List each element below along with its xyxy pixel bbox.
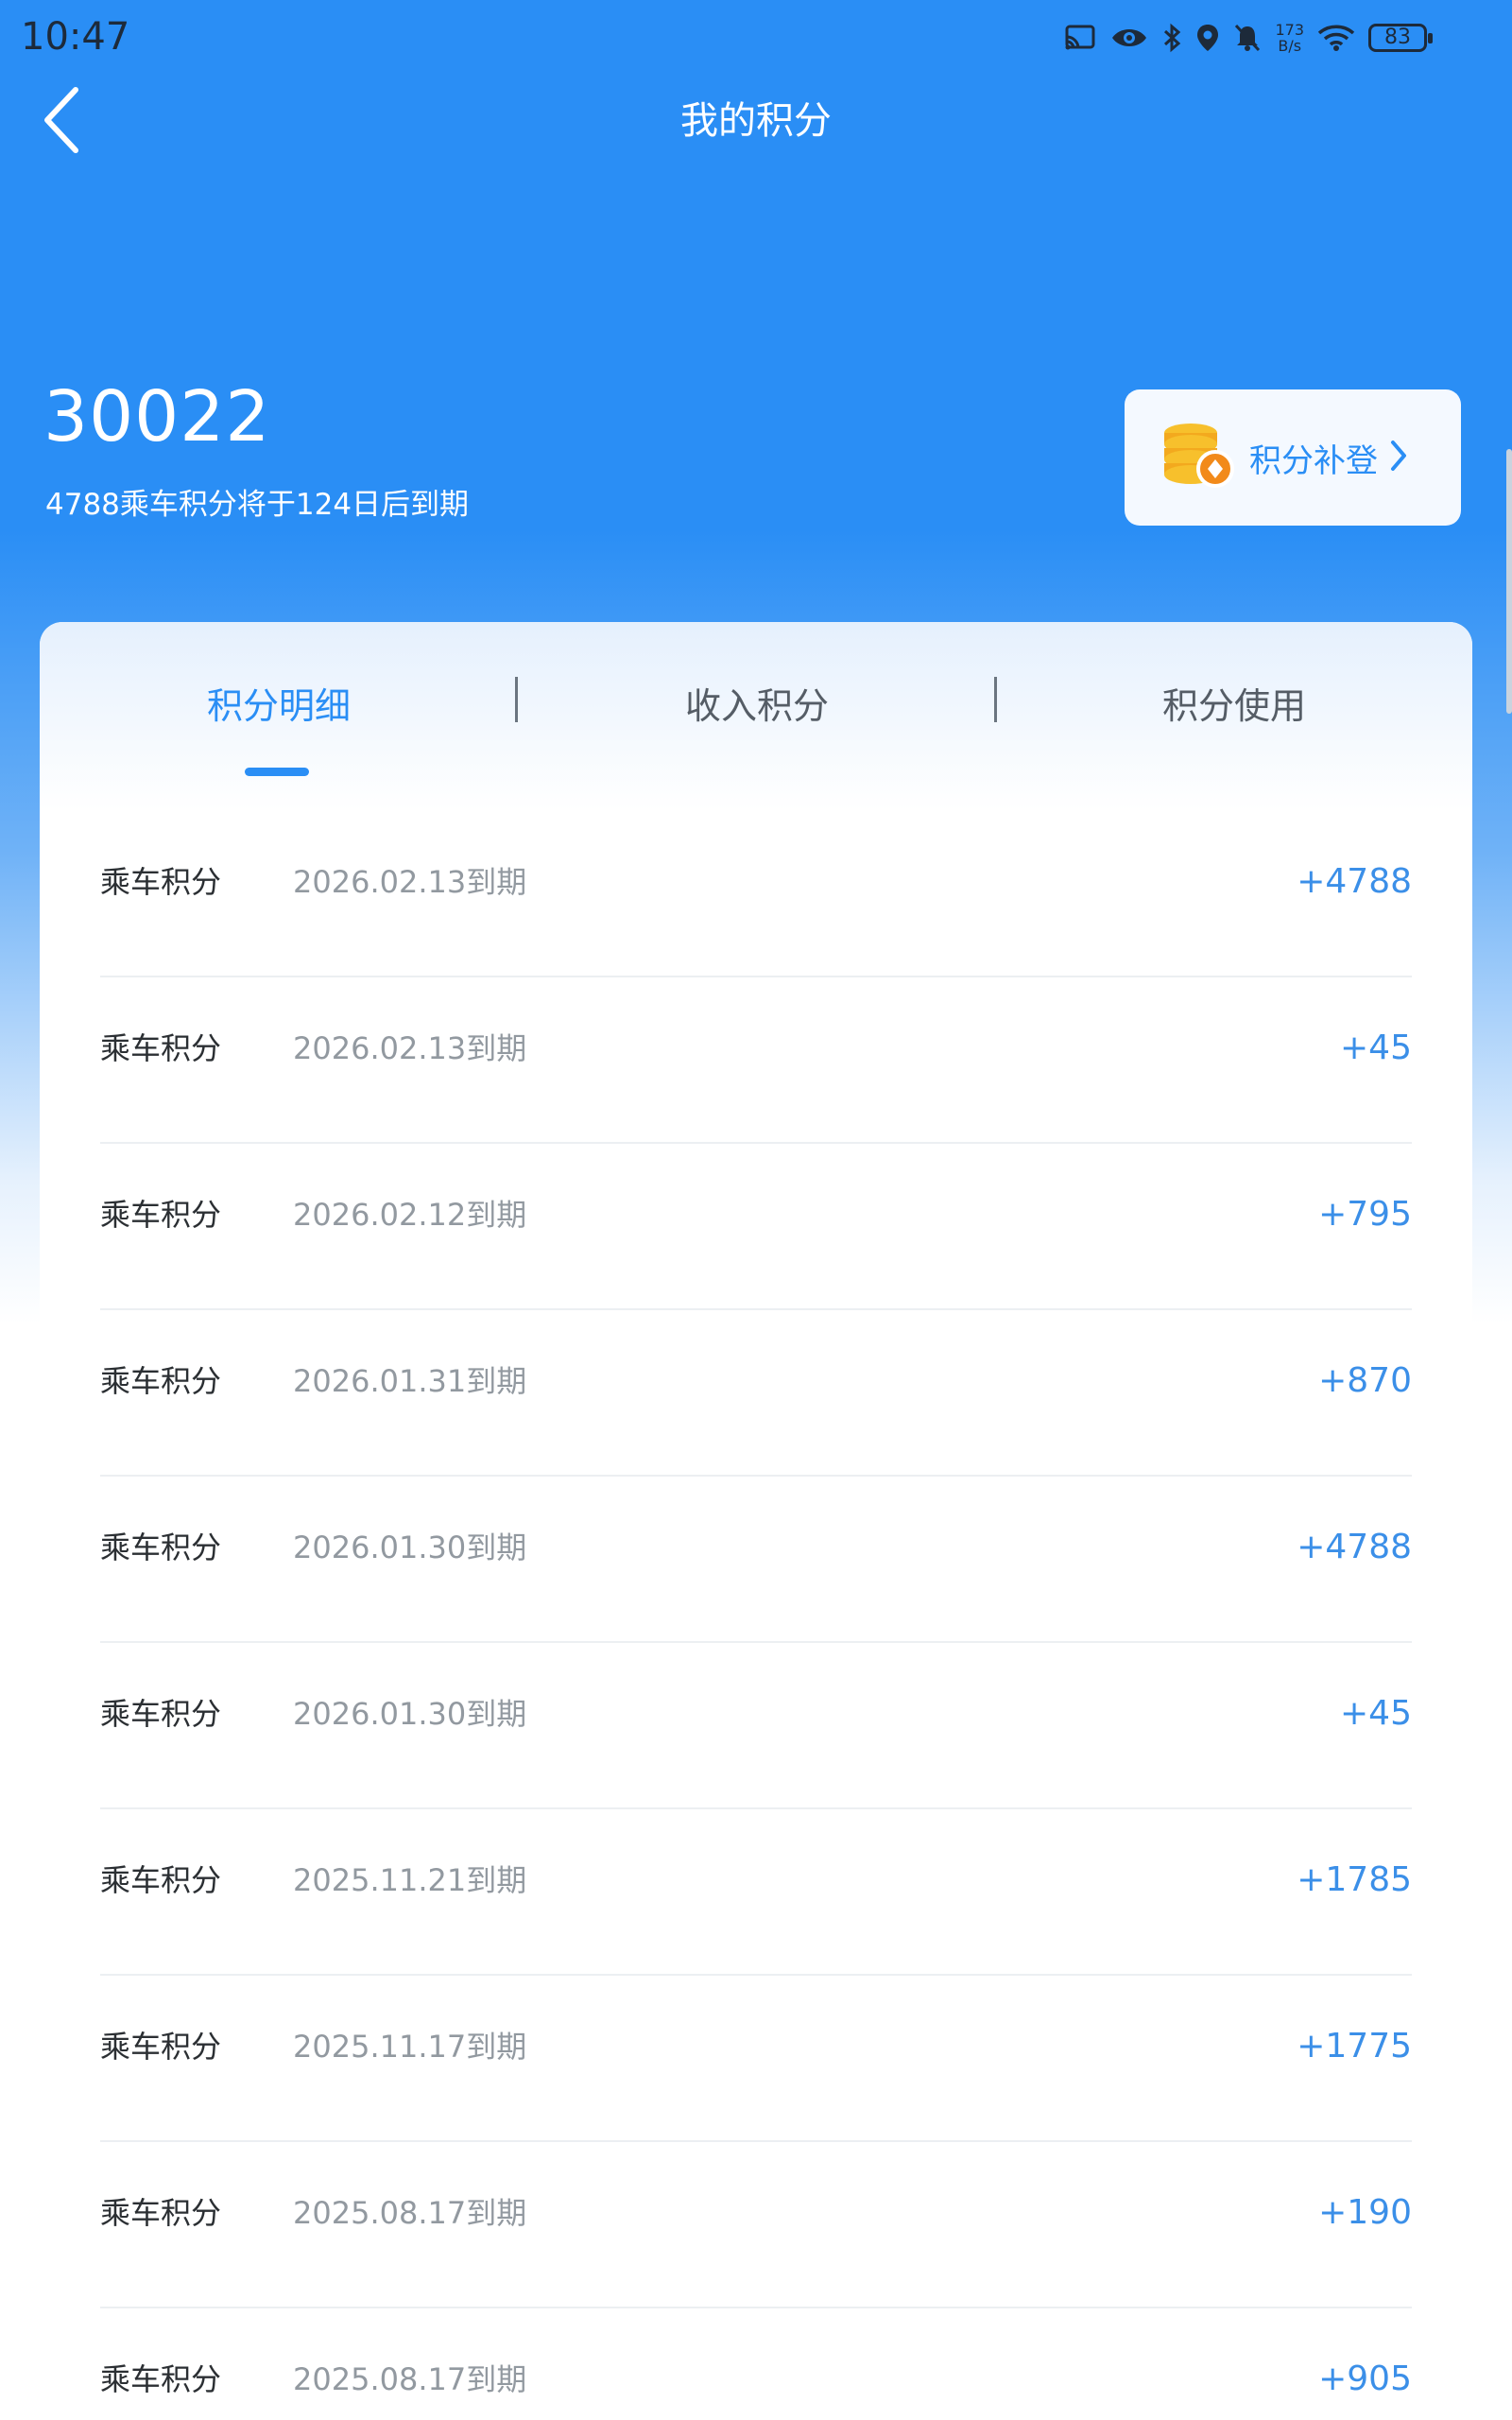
record-amount: +190 <box>1318 2193 1412 2232</box>
record-type: 乘车积分 <box>100 1197 222 1233</box>
battery-icon: 83 <box>1368 24 1433 52</box>
record-amount: +4788 <box>1297 1528 1412 1566</box>
record-row[interactable]: 乘车积分 2025.11.17到期 +1775 <box>100 1976 1412 2142</box>
record-amount: +1785 <box>1297 1860 1412 1899</box>
status-time: 10:47 <box>21 15 130 59</box>
record-row[interactable]: 乘车积分 2026.02.13到期 +45 <box>100 977 1412 1144</box>
wifi-icon <box>1317 24 1355 52</box>
tab-income-points[interactable]: 收入积分 <box>518 677 996 729</box>
status-bar: 10:47 173 B/s 83 <box>0 0 1512 76</box>
record-type: 乘车积分 <box>100 2195 222 2231</box>
record-row[interactable]: 乘车积分 2026.02.12到期 +795 <box>100 1144 1412 1310</box>
record-expiry: 2025.08.17到期 <box>293 2195 527 2231</box>
record-expiry: 2026.02.13到期 <box>293 864 527 900</box>
coins-icon <box>1160 420 1236 495</box>
bluetooth-icon <box>1161 23 1182 53</box>
location-icon <box>1195 23 1220 53</box>
record-type: 乘车积分 <box>100 864 222 900</box>
record-row[interactable]: 乘车积分 2026.01.30到期 +4788 <box>100 1477 1412 1643</box>
record-row[interactable]: 乘车积分 2025.11.21到期 +1785 <box>100 1809 1412 1976</box>
record-expiry: 2026.01.30到期 <box>293 1696 527 1732</box>
record-type: 乘车积分 <box>100 1862 222 1898</box>
record-amount: +4788 <box>1297 862 1412 901</box>
active-tab-indicator <box>245 768 309 776</box>
record-amount: +1775 <box>1297 2027 1412 2066</box>
record-expiry: 2025.11.17到期 <box>293 2029 527 2065</box>
points-card: 积分明细 收入积分 积分使用 乘车积分 2026.02.13到期 +4788 乘… <box>40 622 1472 2420</box>
eye-icon <box>1110 24 1148 52</box>
record-amount: +870 <box>1318 1361 1412 1400</box>
record-expiry: 2025.08.17到期 <box>293 2361 527 2397</box>
record-expiry: 2026.02.12到期 <box>293 1197 527 1233</box>
record-expiry: 2026.01.30到期 <box>293 1530 527 1565</box>
record-row[interactable]: 乘车积分 2026.02.13到期 +4788 <box>100 811 1412 977</box>
record-amount: +905 <box>1318 2360 1412 2398</box>
record-type: 乘车积分 <box>100 2029 222 2065</box>
record-type: 乘车积分 <box>100 1363 222 1399</box>
net-speed-unit: B/s <box>1278 37 1302 55</box>
record-expiry: 2025.11.21到期 <box>293 1862 527 1898</box>
record-row[interactable]: 乘车积分 2026.01.31到期 +870 <box>100 1310 1412 1477</box>
record-expiry: 2026.02.13到期 <box>293 1030 527 1066</box>
mute-icon <box>1233 23 1262 53</box>
total-points: 30022 <box>43 376 271 458</box>
net-speed-value: 173 <box>1275 21 1304 39</box>
record-type: 乘车积分 <box>100 2361 222 2397</box>
status-icons: 173 B/s 83 <box>1063 17 1433 59</box>
points-makeup-button[interactable]: 积分补登 <box>1125 389 1461 526</box>
page-title: 我的积分 <box>680 99 832 143</box>
record-row[interactable]: 乘车积分 2025.08.17到期 +190 <box>100 2142 1412 2308</box>
record-row[interactable]: 乘车积分 2025.08.17到期 +905 <box>100 2308 1412 2420</box>
record-row[interactable]: 乘车积分 2026.01.30到期 +45 <box>100 1643 1412 1809</box>
points-record-list: 乘车积分 2026.02.13到期 +4788 乘车积分 2026.02.13到… <box>100 811 1412 2420</box>
tab-points-detail[interactable]: 积分明细 <box>40 677 518 729</box>
record-type: 乘车积分 <box>100 1696 222 1732</box>
makeup-label: 积分补登 <box>1249 441 1378 480</box>
record-amount: +45 <box>1340 1028 1412 1067</box>
record-type: 乘车积分 <box>100 1030 222 1066</box>
record-expiry: 2026.01.31到期 <box>293 1363 527 1399</box>
expiry-notice: 4788乘车积分将于124日后到期 <box>45 488 470 522</box>
tab-bar: 积分明细 收入积分 积分使用 <box>40 622 1472 811</box>
net-speed: 173 B/s <box>1275 22 1304 54</box>
record-type: 乘车积分 <box>100 1530 222 1565</box>
scrollbar-thumb[interactable] <box>1506 449 1512 714</box>
cast-icon <box>1063 24 1097 52</box>
record-amount: +795 <box>1318 1195 1412 1234</box>
chevron-right-icon <box>1387 437 1410 478</box>
tab-points-usage[interactable]: 积分使用 <box>996 677 1472 729</box>
record-amount: +45 <box>1340 1694 1412 1733</box>
